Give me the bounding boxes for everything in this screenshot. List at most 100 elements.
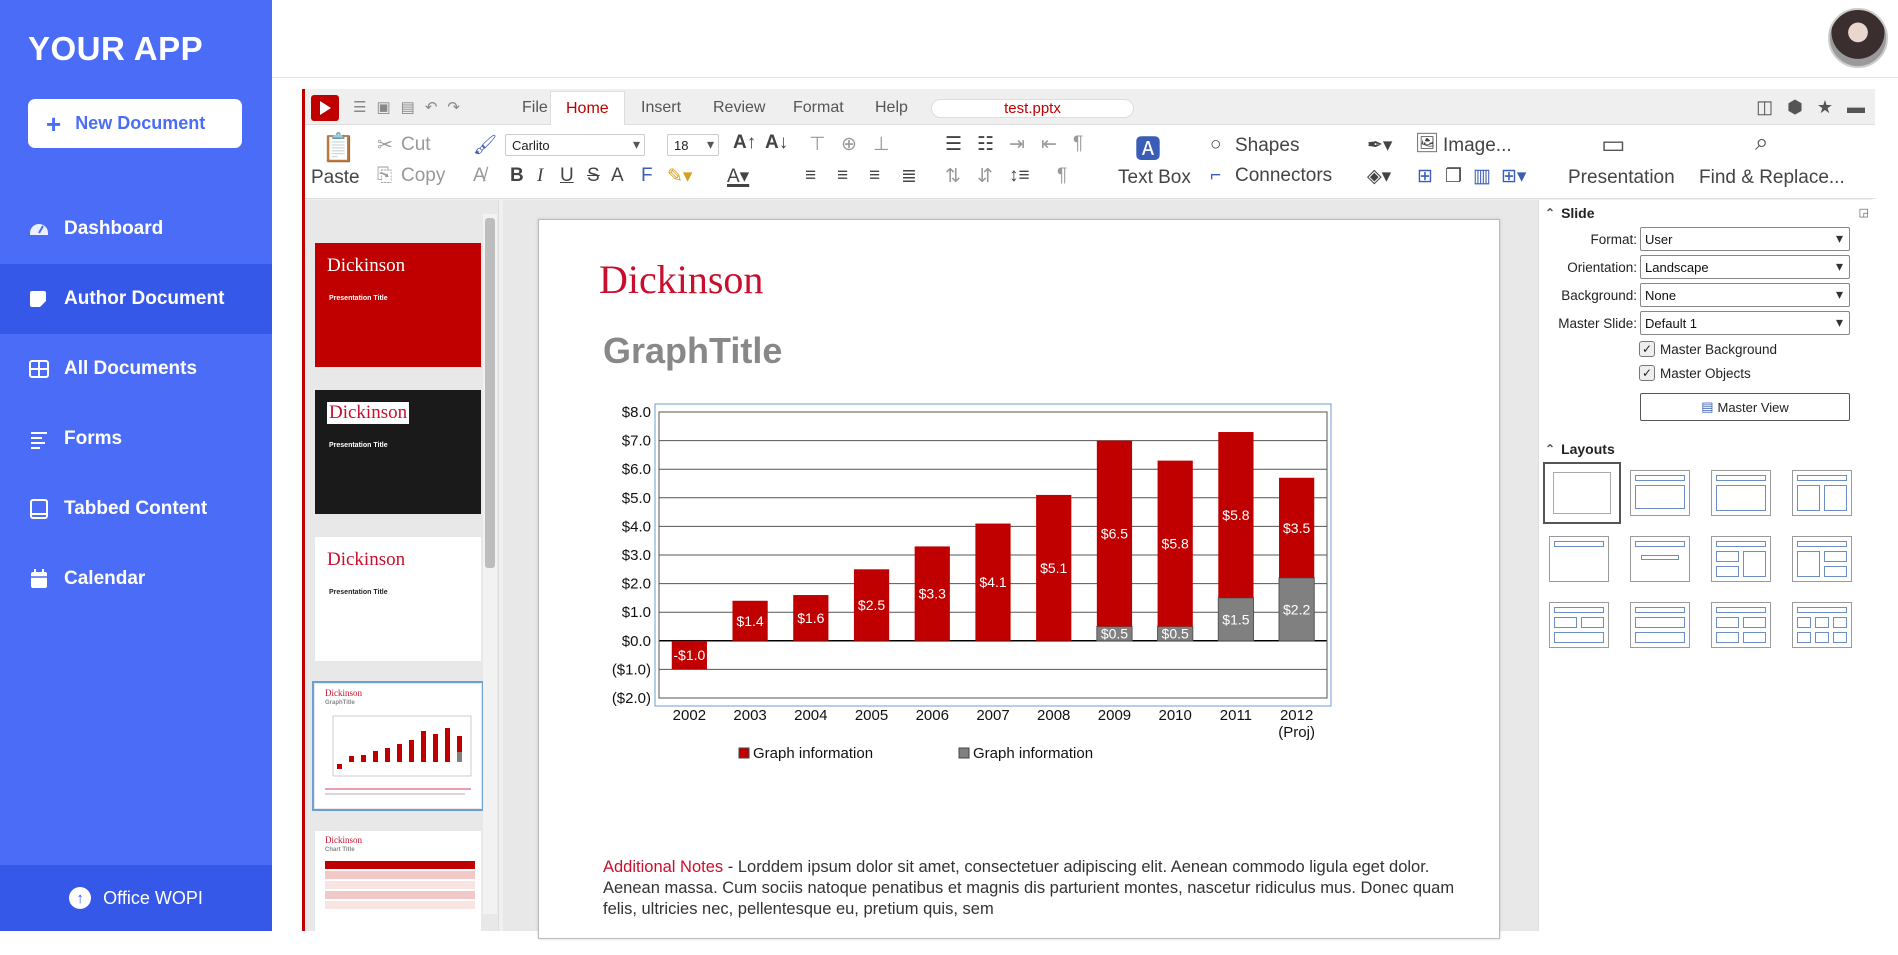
format-select[interactable]: User [1640, 227, 1850, 251]
clear-format-icon[interactable]: A̸ [473, 165, 486, 187]
slide-section-header[interactable]: ⌃ Slide [1545, 202, 1595, 224]
copy-icon[interactable]: ⎘ [377, 165, 392, 187]
numbered-list-icon[interactable]: ☷ [977, 133, 994, 156]
layout-two-content[interactable] [1792, 470, 1852, 516]
justify-icon[interactable]: ≣ [901, 165, 917, 188]
sidebar-item-dashboard[interactable]: Dashboard [0, 194, 272, 264]
accessibility-icon[interactable]: ⬢ [1787, 97, 1803, 118]
italic-icon[interactable]: I [537, 165, 543, 187]
layout-content-two[interactable] [1711, 536, 1771, 582]
fill-color-icon[interactable]: ◈▾ [1367, 165, 1391, 188]
format-paint-icon[interactable]: 🖌 [473, 133, 497, 157]
slide-notes[interactable]: Additional Notes - Lorddem ipsum dolor s… [603, 857, 1463, 920]
menu-home[interactable]: Home [550, 91, 625, 125]
sidebar-item-all-documents[interactable]: All Documents [0, 334, 272, 404]
bullet-list-icon[interactable]: ☰ [945, 133, 962, 156]
redo-icon[interactable]: ↷ [447, 98, 460, 116]
text-box-button[interactable]: Text Box [1118, 167, 1191, 189]
highlight-icon[interactable]: ✎▾ [667, 165, 692, 188]
font-name-select[interactable]: Carlito [505, 134, 645, 156]
slide-thumb-1[interactable]: Dickinson Presentation Title [315, 243, 481, 367]
paragraph-rtl-icon[interactable]: ¶ [1057, 165, 1067, 187]
layout-title-content[interactable] [1630, 470, 1690, 516]
slide-thumb-4[interactable]: Dickinson GraphTitle [312, 681, 484, 811]
document-filename[interactable]: test.pptx [931, 99, 1134, 118]
duplicate-icon[interactable]: ❐ [1445, 165, 1462, 188]
undo-icon[interactable]: ↶ [425, 98, 438, 116]
avatar[interactable] [1828, 8, 1888, 68]
sidebar-toggle-icon[interactable]: ◫ [1756, 97, 1773, 118]
master-objects-checkbox[interactable]: ✓ Master Objects [1639, 365, 1751, 381]
background-select[interactable]: None [1640, 283, 1850, 307]
font-size-select[interactable]: 18 [667, 134, 719, 156]
find-replace-icon[interactable]: ⌕ [1755, 129, 1768, 157]
collapse-menu-button[interactable] [311, 95, 339, 121]
cut-icon[interactable]: ✂ [377, 134, 393, 157]
layout-four-content[interactable] [1711, 602, 1771, 648]
slide-thumb-2[interactable]: Dickinson Presentation Title [315, 390, 481, 514]
orientation-select[interactable]: Landscape [1640, 255, 1850, 279]
new-document-button[interactable]: + New Document [28, 99, 242, 148]
master-background-checkbox[interactable]: ✓ Master Background [1639, 341, 1777, 357]
office-wopi-link[interactable]: ↑ Office WOPI [0, 865, 272, 931]
menu-insert[interactable]: Insert [626, 91, 696, 125]
layout-top-two[interactable] [1549, 602, 1609, 648]
align-right-icon[interactable]: ≡ [869, 165, 880, 187]
image-icon[interactable]: 🖼 [1415, 131, 1439, 155]
image-button[interactable]: Image... [1443, 135, 1512, 157]
spacing-up-icon[interactable]: ⇅ [945, 165, 961, 188]
paragraph-ltr-icon[interactable]: ¶ [1073, 133, 1083, 155]
layout-centered-text[interactable] [1630, 536, 1690, 582]
strikethrough-icon[interactable]: S [587, 165, 600, 187]
indent-icon[interactable]: ⇥ [1009, 133, 1025, 156]
layout-two-content-stack[interactable] [1792, 536, 1852, 582]
slide-title[interactable]: GraphTitle [603, 330, 782, 372]
save-as-icon[interactable]: ▤ [401, 98, 415, 116]
sidebar-item-author-document[interactable]: Author Document [0, 264, 272, 334]
menu-format[interactable]: Format [778, 91, 859, 125]
align-left-icon[interactable]: ≡ [805, 165, 816, 187]
shadow-icon[interactable]: A [611, 165, 624, 187]
star-icon[interactable]: ★ [1817, 97, 1833, 118]
connectors-icon[interactable]: ⌐ [1210, 165, 1221, 187]
font-color-icon[interactable]: A▾ [727, 165, 749, 188]
save-icon[interactable]: ▣ [376, 98, 390, 116]
slide[interactable]: Dickinson GraphTitle $8.0 $7.0 $6.0 $5.0 $4.… [538, 219, 1500, 939]
menu-help[interactable]: Help [860, 91, 923, 125]
insert-object-icon[interactable]: ⊞ [1417, 165, 1433, 188]
presentation-button[interactable]: Presentation [1568, 167, 1675, 189]
connectors-button[interactable]: Connectors [1235, 165, 1332, 187]
text-box-icon[interactable]: 🅰 [1135, 129, 1161, 166]
shapes-button[interactable]: Shapes [1235, 135, 1299, 157]
table-icon[interactable]: ⊞▾ [1501, 165, 1526, 188]
slide-pane-scrollbar[interactable] [483, 214, 497, 914]
slide-thumb-5[interactable]: Dickinson Chart Title [315, 831, 481, 955]
align-center-icon[interactable]: ≡ [837, 165, 848, 187]
align-center-v-icon[interactable]: ⊕ [841, 133, 857, 156]
menu-review[interactable]: Review [698, 91, 780, 125]
layout-title-only[interactable] [1711, 470, 1771, 516]
underline-icon[interactable]: U [560, 165, 574, 187]
slide-thumb-3[interactable]: Dickinson Presentation Title [315, 537, 481, 661]
copy-button[interactable]: Copy [401, 165, 445, 187]
layout-content-over[interactable] [1630, 602, 1690, 648]
sidebar-item-forms[interactable]: Forms [0, 404, 272, 474]
outdent-icon[interactable]: ⇤ [1041, 133, 1057, 156]
shapes-icon[interactable]: ○ [1210, 134, 1221, 156]
presentation-icon[interactable]: ▭ [1601, 129, 1626, 160]
layout-blank[interactable] [1543, 462, 1621, 524]
cut-button[interactable]: Cut [401, 134, 431, 156]
grow-font-icon[interactable]: A↑ [733, 132, 756, 154]
align-top-icon[interactable]: ⊤ [809, 133, 826, 156]
shrink-font-icon[interactable]: A↓ [765, 132, 788, 154]
paste-button[interactable]: Paste [311, 167, 360, 189]
more-options-icon[interactable]: ◲ [1859, 206, 1869, 219]
hamburger-icon[interactable]: ☰ [353, 98, 366, 116]
layout-six-content[interactable] [1792, 602, 1852, 648]
align-bottom-icon[interactable]: ⊥ [873, 133, 890, 156]
tabs-view-icon[interactable]: ▬ [1847, 97, 1865, 118]
scrollbar-thumb[interactable] [485, 218, 495, 568]
sidebar-item-tabbed-content[interactable]: Tabbed Content [0, 474, 272, 544]
master-view-button[interactable]: ▤ Master View [1640, 393, 1850, 421]
paste-icon[interactable]: 📋 [321, 131, 356, 164]
